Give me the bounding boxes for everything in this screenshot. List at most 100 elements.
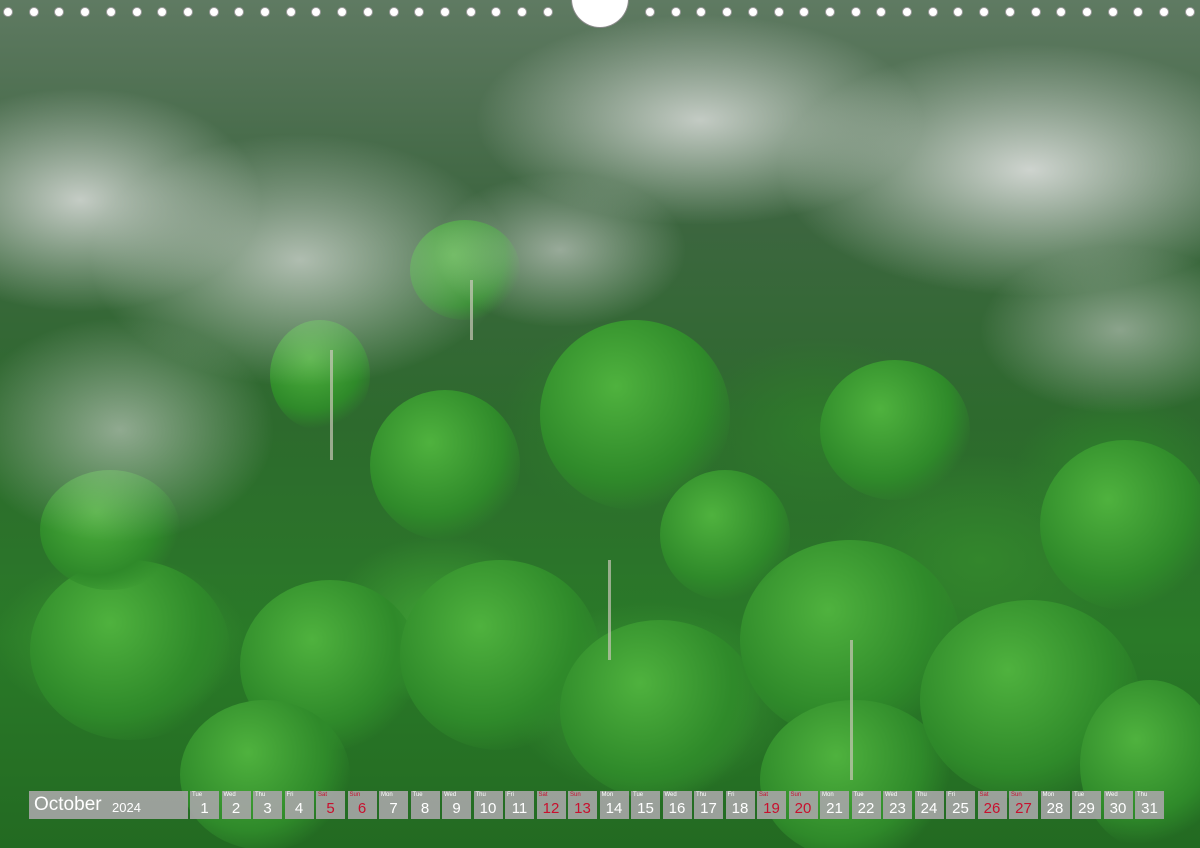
day-of-week: Mon <box>381 792 393 798</box>
binding-hole <box>465 7 476 17</box>
day-number: 7 <box>389 800 398 817</box>
binding-hole <box>311 7 322 17</box>
day-of-week: Fri <box>286 792 294 798</box>
binding-hole <box>3 7 13 17</box>
calendar-day: Sat 5 <box>316 791 345 819</box>
binding-hole <box>696 7 707 17</box>
day-number: 21 <box>826 800 843 817</box>
binding-hole <box>517 7 527 17</box>
calendar-day: Thu 10 <box>473 791 503 819</box>
day-number: 15 <box>637 800 654 817</box>
day-of-week: Thu <box>475 792 486 798</box>
binding-hole <box>876 7 887 17</box>
calendar-day: Fri 25 <box>946 791 975 819</box>
day-of-week: Tue <box>412 792 423 798</box>
calendar-day: Wed 16 <box>662 791 692 819</box>
binding-hole <box>902 7 912 17</box>
day-of-week: Wed <box>664 792 677 798</box>
day-number: 27 <box>1015 800 1032 817</box>
day-of-week: Sun <box>349 792 361 798</box>
binding-hole <box>799 7 810 17</box>
day-of-week: Thu <box>1137 792 1148 798</box>
day-of-week: Sat <box>318 792 328 798</box>
day-of-week: Sat <box>759 792 769 798</box>
calendar-day: Tue 15 <box>631 791 660 819</box>
calendar-day: Sat 19 <box>757 791 786 819</box>
day-number: 23 <box>889 800 906 817</box>
day-number: 4 <box>294 800 304 817</box>
binding-hole <box>414 7 425 17</box>
day-number: 9 <box>452 800 461 817</box>
day-of-week: Thu <box>255 792 266 798</box>
binding-hole <box>388 7 399 17</box>
calendar-day: Wed 9 <box>442 791 471 819</box>
day-of-week: Mon <box>601 792 614 798</box>
binding-hole <box>1030 7 1041 17</box>
day-of-week: Mon <box>1042 792 1055 798</box>
calendar-day: Sun 27 <box>1009 791 1038 819</box>
month-name: October <box>34 794 102 815</box>
binding-hole <box>824 7 835 17</box>
day-of-week: Tue <box>192 792 203 798</box>
binding-hole <box>28 7 39 17</box>
calendar-day: Thu 3 <box>253 791 282 819</box>
day-number: 2 <box>231 800 241 817</box>
calendar-day: Thu 31 <box>1135 791 1164 819</box>
day-of-week: Sun <box>570 792 581 798</box>
binding-hole <box>182 7 193 17</box>
calendar-day: Sun 13 <box>568 791 597 819</box>
binding-hole <box>747 7 758 17</box>
day-of-week: Wed <box>1105 792 1118 798</box>
calendar-day: Fri 18 <box>725 791 755 819</box>
day-number: 1 <box>200 800 209 817</box>
calendar-day: Tue 8 <box>410 791 440 819</box>
day-number: 12 <box>542 800 560 817</box>
binding-hole <box>208 7 219 17</box>
binding-hole <box>722 7 733 17</box>
month-label-box: October 2024 <box>29 791 188 819</box>
day-number: 10 <box>479 800 497 817</box>
rainforest-photo <box>0 0 1200 848</box>
binding-hole <box>234 7 245 17</box>
month-year: 2024 <box>112 800 141 815</box>
binding-hole <box>1081 7 1092 17</box>
day-number: 13 <box>574 800 591 817</box>
binding-hole <box>979 7 990 17</box>
day-of-week: Thu <box>696 792 707 798</box>
binding-hole <box>105 7 116 17</box>
binding-hole <box>362 7 373 17</box>
day-number: 17 <box>700 800 717 817</box>
binding-hole <box>1004 7 1015 17</box>
calendar-day: Wed 23 <box>883 791 912 819</box>
binding-hole <box>1184 7 1195 17</box>
day-of-week: Wed <box>885 792 898 798</box>
day-number: 30 <box>1109 800 1127 817</box>
day-of-week: Fri <box>727 792 735 798</box>
binding-hole <box>670 7 681 17</box>
day-number: 20 <box>794 800 812 817</box>
day-of-week: Sat <box>538 792 548 798</box>
calendar-day: Mon 7 <box>379 791 408 819</box>
calendar-day: Wed 30 <box>1103 791 1133 819</box>
binding-hole <box>131 7 142 17</box>
binding-hole <box>542 7 553 17</box>
calendar-day: Tue 1 <box>190 791 219 819</box>
day-number: 8 <box>420 800 430 817</box>
day-number: 29 <box>1078 800 1095 817</box>
day-number: 28 <box>1046 800 1064 817</box>
calendar-day: Fri 4 <box>284 791 314 819</box>
day-number: 26 <box>983 800 1001 817</box>
calendar-day: Sat 26 <box>977 791 1007 819</box>
calendar-day: Sat 12 <box>536 791 566 819</box>
binding-hole <box>260 7 270 17</box>
binding-hole <box>927 7 938 17</box>
binding-hole <box>1133 7 1144 17</box>
day-number: 25 <box>952 800 969 817</box>
binding-hole <box>953 7 964 17</box>
fog-overlay <box>0 0 1200 848</box>
day-of-week: Sun <box>790 792 802 798</box>
day-number: 14 <box>605 800 623 817</box>
day-of-week: Fri <box>948 792 955 798</box>
day-of-week: Thu <box>916 792 927 798</box>
day-number: 5 <box>326 800 335 817</box>
